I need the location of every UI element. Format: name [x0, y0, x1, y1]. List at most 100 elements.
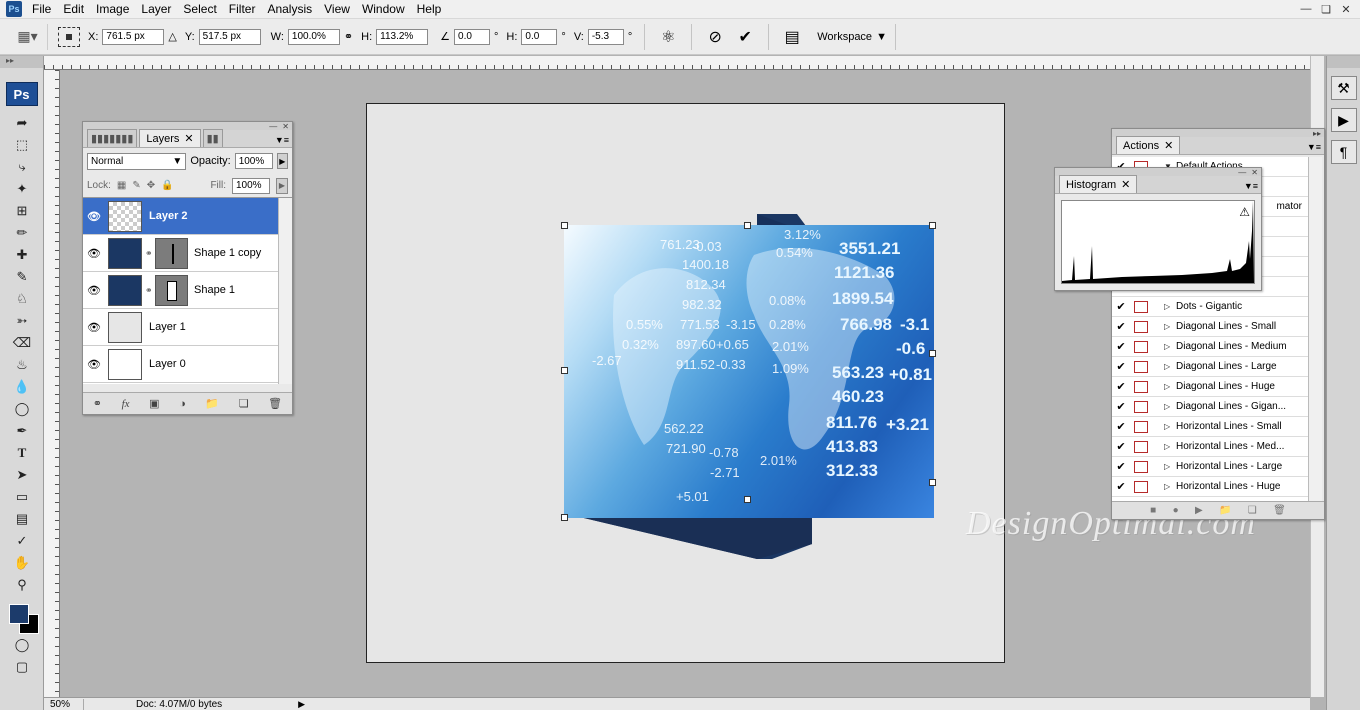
- close-icon[interactable]: ✕: [1121, 178, 1130, 191]
- menu-view[interactable]: View: [318, 0, 356, 19]
- list-item[interactable]: ✔ ▷ Horizontal Lines - Huge: [1112, 477, 1308, 497]
- document-canvas[interactable]: -0.03 3.12% 3551.21 761.23 1400.18 1121.…: [366, 103, 1005, 663]
- cancel-transform-icon[interactable]: ⊘: [704, 26, 726, 48]
- menu-help[interactable]: Help: [411, 0, 448, 19]
- restore-icon[interactable]: ❏: [1318, 2, 1334, 16]
- dock-grip-icon[interactable]: [1327, 56, 1360, 68]
- new-group-icon[interactable]: 📁: [205, 397, 219, 410]
- v-skew-input[interactable]: [587, 28, 624, 45]
- list-item[interactable]: ✔ ▷ Diagonal Lines - Small: [1112, 317, 1308, 337]
- transform-handle[interactable]: [561, 514, 568, 521]
- menu-analysis[interactable]: Analysis: [261, 0, 318, 19]
- magic-wand-icon[interactable]: ✦: [0, 178, 44, 200]
- close-icon[interactable]: ✕: [1338, 2, 1354, 16]
- fill-slider-arrow-icon[interactable]: ▶: [276, 177, 288, 194]
- minimize-icon[interactable]: —: [1298, 2, 1314, 16]
- warning-icon[interactable]: ⚠: [1239, 205, 1250, 219]
- collapse-icon[interactable]: —: [1238, 168, 1246, 177]
- list-item[interactable]: ✔ ▷ Horizontal Lines - Small: [1112, 417, 1308, 437]
- quick-mask-icon[interactable]: ◯: [0, 634, 44, 656]
- close-icon[interactable]: ✕: [1251, 168, 1258, 177]
- trash-icon[interactable]: 🗑: [268, 397, 282, 410]
- bridge-icon[interactable]: ▤: [781, 26, 803, 48]
- checkmark-icon[interactable]: ✔: [1112, 420, 1130, 433]
- eraser-tool-icon[interactable]: ⌫: [0, 332, 44, 354]
- clone-stamp-icon[interactable]: ♘: [0, 288, 44, 310]
- lock-all-icon[interactable]: 🔒: [161, 180, 173, 191]
- close-icon[interactable]: ✕: [1164, 139, 1173, 152]
- tab-histogram[interactable]: Histogram ✕: [1059, 175, 1138, 193]
- checkmark-icon[interactable]: ✔: [1112, 380, 1130, 393]
- expand-triangle-icon[interactable]: ▷: [1164, 482, 1176, 491]
- x-position-input[interactable]: [102, 28, 165, 45]
- path-selection-icon[interactable]: ➤: [0, 464, 44, 486]
- opacity-input[interactable]: [234, 153, 273, 169]
- fill-input[interactable]: [232, 177, 270, 194]
- warp-mode-icon[interactable]: ⚛: [657, 26, 679, 48]
- width-input[interactable]: [287, 28, 340, 45]
- move-tool-preset-icon[interactable]: ▦▾: [8, 23, 48, 50]
- transform-handle[interactable]: [929, 222, 936, 229]
- type-tool-icon[interactable]: T: [0, 442, 44, 464]
- dialog-toggle-icon[interactable]: [1134, 420, 1148, 433]
- paragraph-icon[interactable]: ¶: [1330, 140, 1357, 164]
- notes-tool-icon[interactable]: ▤: [0, 508, 44, 530]
- collapsed-tab-icons[interactable]: ▮▮▮▮▮▮▮: [87, 129, 138, 147]
- lock-position-icon[interactable]: ✥: [147, 180, 155, 191]
- expand-triangle-icon[interactable]: ▷: [1164, 402, 1176, 411]
- expand-triangle-icon[interactable]: ▷: [1164, 382, 1176, 391]
- checkmark-icon[interactable]: ✔: [1112, 360, 1130, 373]
- collapse-icon[interactable]: ▸▸: [1313, 129, 1321, 138]
- checkmark-icon[interactable]: ✔: [1112, 320, 1130, 333]
- menu-select[interactable]: Select: [177, 0, 222, 19]
- menu-image[interactable]: Image: [90, 0, 135, 19]
- tool-presets-icon[interactable]: ⚒: [1330, 76, 1357, 100]
- foreground-color-swatch[interactable]: [9, 604, 29, 624]
- transform-handle[interactable]: [561, 367, 568, 374]
- dialog-toggle-icon[interactable]: [1134, 460, 1148, 473]
- new-layer-icon[interactable]: ❏: [239, 397, 249, 410]
- rotate-input[interactable]: [454, 28, 491, 45]
- expand-triangle-icon[interactable]: ▷: [1164, 342, 1176, 351]
- brush-tool-icon[interactable]: ✎: [0, 266, 44, 288]
- lock-transparency-icon[interactable]: ▦: [117, 180, 126, 191]
- animation-icon[interactable]: ▶: [1330, 108, 1357, 132]
- dialog-toggle-icon[interactable]: [1134, 360, 1148, 373]
- layers-scrollbar[interactable]: [278, 198, 292, 384]
- zoom-tool-icon[interactable]: ⚲: [0, 574, 44, 596]
- transformed-layer-artwork[interactable]: -0.03 3.12% 3551.21 761.23 1400.18 1121.…: [564, 225, 934, 518]
- dialog-toggle-icon[interactable]: [1134, 440, 1148, 453]
- lasso-tool-icon[interactable]: ⤷: [0, 156, 44, 178]
- panel-menu-icon[interactable]: ▼≡: [1307, 142, 1324, 154]
- link-layers-icon[interactable]: ⚭: [93, 397, 102, 410]
- list-item[interactable]: ✔ ▷ Diagonal Lines - Medium: [1112, 337, 1308, 357]
- dialog-toggle-icon[interactable]: [1134, 380, 1148, 393]
- close-icon[interactable]: ✕: [282, 122, 289, 131]
- lock-pixels-icon[interactable]: ✎: [132, 180, 140, 191]
- opacity-slider-arrow-icon[interactable]: ▶: [276, 153, 288, 169]
- dialog-toggle-icon[interactable]: [1134, 340, 1148, 353]
- pen-tool-icon[interactable]: ✒: [0, 420, 44, 442]
- menu-filter[interactable]: Filter: [223, 0, 262, 19]
- trash-icon[interactable]: 🗑: [1273, 505, 1286, 516]
- adjustment-layer-icon[interactable]: ◑: [179, 398, 186, 410]
- visibility-eye-icon[interactable]: 👁: [83, 247, 105, 260]
- collapse-icon[interactable]: —: [269, 122, 277, 131]
- transform-handle[interactable]: [929, 350, 936, 357]
- layer-row-layer-1[interactable]: 👁 Layer 1: [83, 309, 278, 346]
- eyedropper-icon[interactable]: ✓: [0, 530, 44, 552]
- checkmark-icon[interactable]: ✔: [1112, 300, 1130, 313]
- shape-tool-icon[interactable]: ▭: [0, 486, 44, 508]
- move-tool-icon[interactable]: ➦: [0, 112, 44, 134]
- blend-mode-select[interactable]: Normal ▼: [87, 152, 187, 170]
- reference-point-icon[interactable]: [58, 26, 80, 47]
- expand-triangle-icon[interactable]: ▷: [1164, 362, 1176, 371]
- hand-tool-icon[interactable]: ✋: [0, 552, 44, 574]
- fx-icon[interactable]: fx: [122, 398, 130, 410]
- layer-row-layer-2[interactable]: 👁 Layer 2: [83, 198, 278, 235]
- menu-window[interactable]: Window: [356, 0, 411, 19]
- expand-triangle-icon[interactable]: ▷: [1164, 422, 1176, 431]
- list-item[interactable]: ✔ ▷ Diagonal Lines - Huge: [1112, 377, 1308, 397]
- history-brush-icon[interactable]: ➳: [0, 310, 44, 332]
- screen-mode-icon[interactable]: ▢: [0, 656, 44, 678]
